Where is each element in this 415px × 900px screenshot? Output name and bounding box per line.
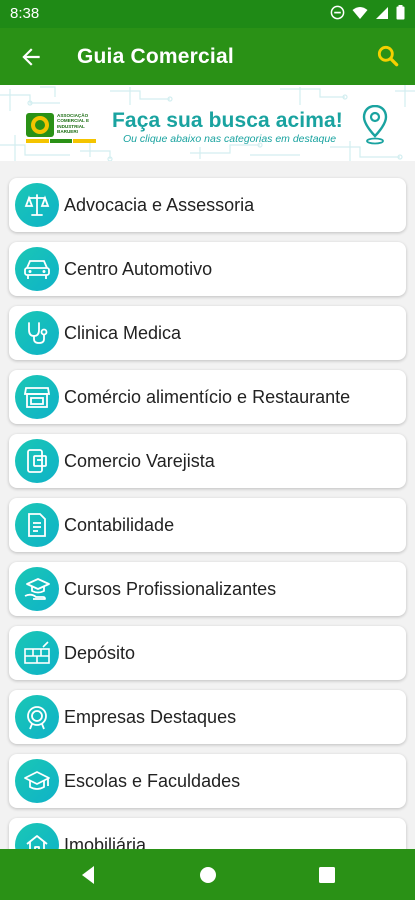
nav-home-icon[interactable] [196,863,220,887]
category-label: Comercio Varejista [64,451,215,471]
category-label: Comércio alimentício e Restaurante [64,387,351,407]
category-item[interactable]: Depósito [9,626,406,680]
status-icons [330,5,405,20]
category-label: Imobiliária [64,835,147,849]
battery-icon [396,5,405,20]
system-nav-bar [0,849,415,900]
house-icon [15,823,59,849]
do-not-disturb-icon [330,5,345,20]
category-label: Advocacia e Assessoria [64,195,255,215]
category-label: Escolas e Faculdades [64,771,241,791]
banner-subline: Ou clique abaixo nas categorias em desta… [123,133,337,145]
back-arrow-icon[interactable] [18,44,44,70]
category-label: Centro Automotivo [64,259,213,279]
wifi-icon [352,6,368,19]
document-icon [15,503,59,547]
promo-banner: ASSOCIAÇÃO COMERCIAL E INDUSTRIAL BARUER… [0,85,415,161]
category-item[interactable]: Comercio Varejista [9,434,406,488]
graduation-hand-icon [15,567,59,611]
logo-text: ASSOCIAÇÃO COMERCIAL E INDUSTRIAL BARUER… [57,113,90,134]
nav-back-icon[interactable] [76,863,100,887]
graduation-cap-icon [15,759,59,803]
car-icon [15,247,59,291]
category-item[interactable]: Empresas Destaques [9,690,406,744]
category-item[interactable]: Escolas e Faculdades [9,754,406,808]
bricks-icon [15,631,59,675]
aci-logo-icon [26,113,54,137]
app-bar: Guia Comercial [0,28,415,85]
status-time: 8:38 [10,5,40,22]
signal-icon [376,6,388,19]
page-title: Guia Comercial [77,45,234,68]
status-bar: 8:38 [0,0,415,28]
nav-recents-icon[interactable] [315,863,339,887]
category-label: Depósito [64,643,136,663]
shop-phone-icon [15,439,59,483]
category-label: Contabilidade [64,515,175,535]
storefront-icon [15,375,59,419]
logo-stripe [26,139,97,143]
stethoscope-icon [15,311,59,355]
location-pin-icon [362,105,388,145]
category-item[interactable]: Comércio alimentício e Restaurante [9,370,406,424]
category-item[interactable]: Contabilidade [9,498,406,552]
category-item[interactable]: Centro Automotivo [9,242,406,296]
category-label: Cursos Profissionalizantes [64,579,277,599]
category-item[interactable]: Cursos Profissionalizantes [9,562,406,616]
category-list[interactable]: Advocacia e Assessoria Centro Automotivo… [0,161,415,849]
badge-icon [15,695,59,739]
category-label: Empresas Destaques [64,707,237,727]
banner-headline: Faça sua busca acima! [112,109,343,132]
category-label: Clinica Medica [64,323,182,343]
scales-icon [15,183,59,227]
category-item[interactable]: Imobiliária [9,818,406,849]
category-item[interactable]: Advocacia e Assessoria [9,178,406,232]
search-icon[interactable] [375,43,401,69]
category-item[interactable]: Clinica Medica [9,306,406,360]
